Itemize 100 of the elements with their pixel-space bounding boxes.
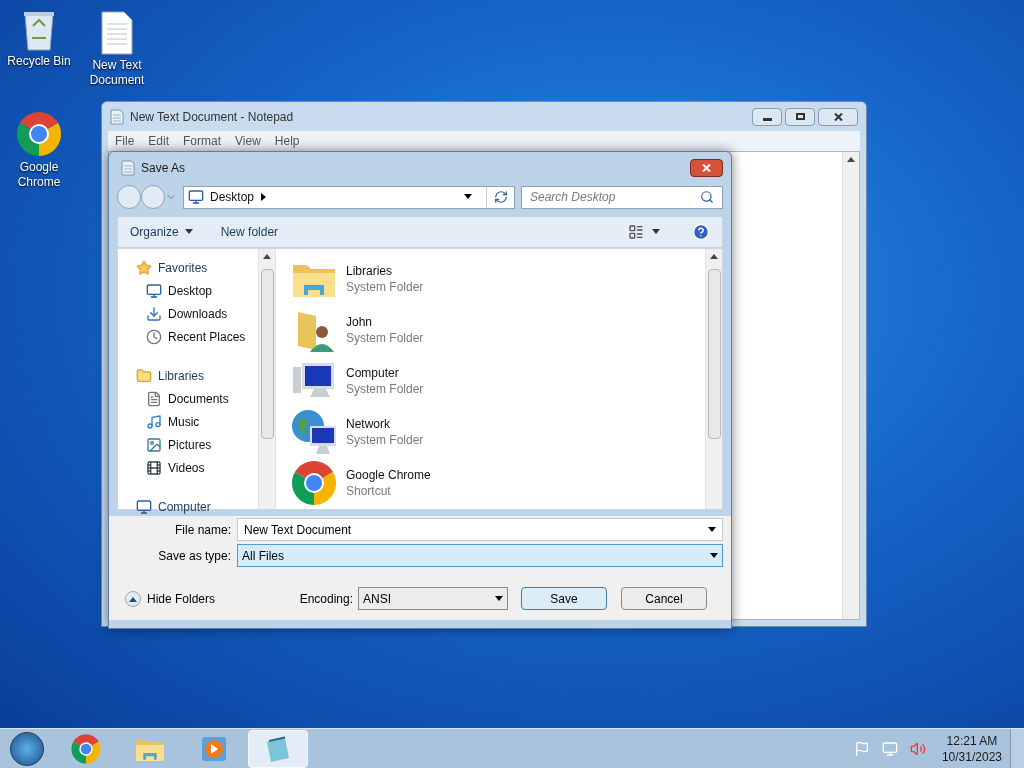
refresh-icon [493, 190, 508, 204]
view-caret-icon[interactable] [652, 228, 660, 236]
file-type: System Folder [346, 329, 424, 346]
scroll-up-arrow-icon[interactable] [263, 253, 271, 261]
maximize-button[interactable] [785, 107, 815, 126]
file-name: Libraries [346, 262, 394, 279]
nav-item-label: Downloads [168, 306, 228, 323]
computer-icon [136, 499, 152, 515]
save-as-type-label: Save as type: [157, 547, 232, 565]
file-name: Network [346, 416, 391, 433]
nav-item-label: Videos [168, 460, 205, 477]
nav-group[interactable]: Libraries [136, 367, 258, 385]
nav-group[interactable]: Computer [136, 498, 258, 516]
nav-item-label: Recent Places [168, 329, 246, 346]
desktop-icon[interactable]: Google Chrome [1, 110, 77, 190]
nav-item-label: Music [168, 414, 200, 431]
new-folder-button[interactable]: New folder [220, 223, 279, 241]
nav-item[interactable]: Downloads [136, 305, 258, 323]
download-icon [146, 306, 162, 322]
search-icon [700, 190, 714, 204]
vertical-scrollbar[interactable] [842, 152, 859, 619]
menu-item[interactable]: Format [176, 132, 229, 150]
nav-item[interactable]: Music [136, 413, 258, 431]
caret-icon[interactable] [184, 228, 193, 236]
scroll-up-arrow-icon[interactable] [710, 253, 718, 261]
folder-list-entry[interactable]: John System Folder [290, 304, 705, 356]
hide-folders-button[interactable]: Hide Folders [117, 589, 216, 608]
close-icon [833, 112, 843, 121]
clock-time: 12:21 AM [946, 732, 998, 749]
folder-icon [136, 368, 152, 384]
scroll-up-arrow-icon[interactable] [847, 156, 855, 164]
collapse-icon [125, 590, 141, 607]
clock[interactable]: 12:21 AM 10/31/2023 [941, 732, 1002, 765]
save-as-type-value: All Files [242, 547, 284, 565]
menu-item[interactable]: Help [267, 132, 307, 150]
save-button[interactable]: Save [521, 587, 607, 610]
encoding-value: ANSI [363, 590, 391, 608]
file-name: Google Chrome [346, 467, 431, 484]
menu-item[interactable]: View [228, 132, 268, 150]
search-field[interactable]: Search Desktop [521, 185, 723, 209]
address-location[interactable]: Desktop [210, 188, 255, 206]
dropdown-caret-icon[interactable] [710, 551, 718, 560]
file-name: John [346, 313, 374, 330]
folder-list-entry[interactable]: Computer System Folder [290, 355, 705, 407]
film-icon [146, 460, 162, 476]
help-icon[interactable] [692, 223, 710, 241]
navigation-scrollbar[interactable] [258, 249, 275, 509]
dropdown-caret-icon[interactable] [464, 193, 472, 201]
nav-group-label: Favorites [158, 260, 208, 277]
search-placeholder: Search Desktop [530, 189, 616, 206]
nav-item[interactable]: Desktop [136, 282, 258, 300]
close-button[interactable] [818, 107, 858, 126]
nav-group[interactable]: Favorites [136, 259, 258, 277]
nav-item-label: Desktop [168, 283, 213, 300]
desktop-icon[interactable]: New Text Document [79, 10, 155, 88]
save-as-type-dropdown[interactable]: All Files [237, 544, 723, 567]
dropdown-caret-icon[interactable] [495, 594, 503, 603]
desktop-icon-label: New Text Document [89, 58, 145, 88]
text-document-icon [99, 10, 135, 56]
cancel-button[interactable]: Cancel [621, 587, 707, 610]
dropdown-caret-icon[interactable] [708, 525, 716, 534]
music-note-icon [146, 414, 162, 430]
picture-icon [146, 437, 162, 453]
clock-date: 10/31/2023 [941, 748, 1002, 765]
file-type: Shortcut [346, 483, 392, 500]
file-type: System Folder [346, 432, 424, 449]
monitor-icon [146, 283, 162, 299]
view-options-icon[interactable] [628, 224, 644, 240]
nav-item[interactable]: Documents [136, 390, 258, 408]
close-button[interactable] [690, 158, 723, 177]
file-list-scrollbar[interactable] [705, 249, 722, 509]
nav-item[interactable]: Recent Places [136, 328, 258, 346]
nav-item-label: Documents [168, 391, 229, 408]
encoding-label: Encoding: [299, 590, 353, 608]
file-name: Computer [346, 365, 400, 381]
folder-list-entry[interactable]: Google Chrome Shortcut [290, 457, 705, 509]
start-orb-icon [10, 731, 44, 766]
nav-item-label: Pictures [168, 437, 212, 454]
chrome-icon [70, 732, 102, 765]
folder-list-entry[interactable]: Network System Folder [290, 406, 705, 458]
file-name-field[interactable]: New Text Document [237, 518, 723, 541]
address-bar[interactable]: Desktop [183, 185, 515, 209]
nav-item[interactable]: Videos [136, 459, 258, 477]
organize-menu[interactable]: Organize [130, 223, 193, 241]
clock-icon [146, 329, 162, 345]
file-name-value: New Text Document [244, 521, 352, 539]
encoding-dropdown[interactable]: ANSI [358, 587, 508, 610]
nav-item[interactable]: Pictures [136, 436, 258, 454]
window-title: New Text Document - Notepad [130, 108, 294, 126]
close-icon [702, 163, 711, 172]
menu-item[interactable]: Edit [141, 132, 177, 150]
desktop-icon-label: Google Chrome [17, 160, 61, 190]
monitor-icon [188, 189, 204, 205]
menu-item[interactable]: File [108, 132, 142, 150]
dialog-title: Save As [141, 159, 186, 177]
file-type: System Folder [346, 381, 424, 397]
folder-list-entry[interactable]: Libraries System Folder [290, 253, 705, 305]
minimize-button[interactable] [752, 107, 782, 126]
desktop-icon[interactable]: Recycle Bin [1, 6, 77, 69]
nav-group-label: Libraries [158, 368, 205, 385]
